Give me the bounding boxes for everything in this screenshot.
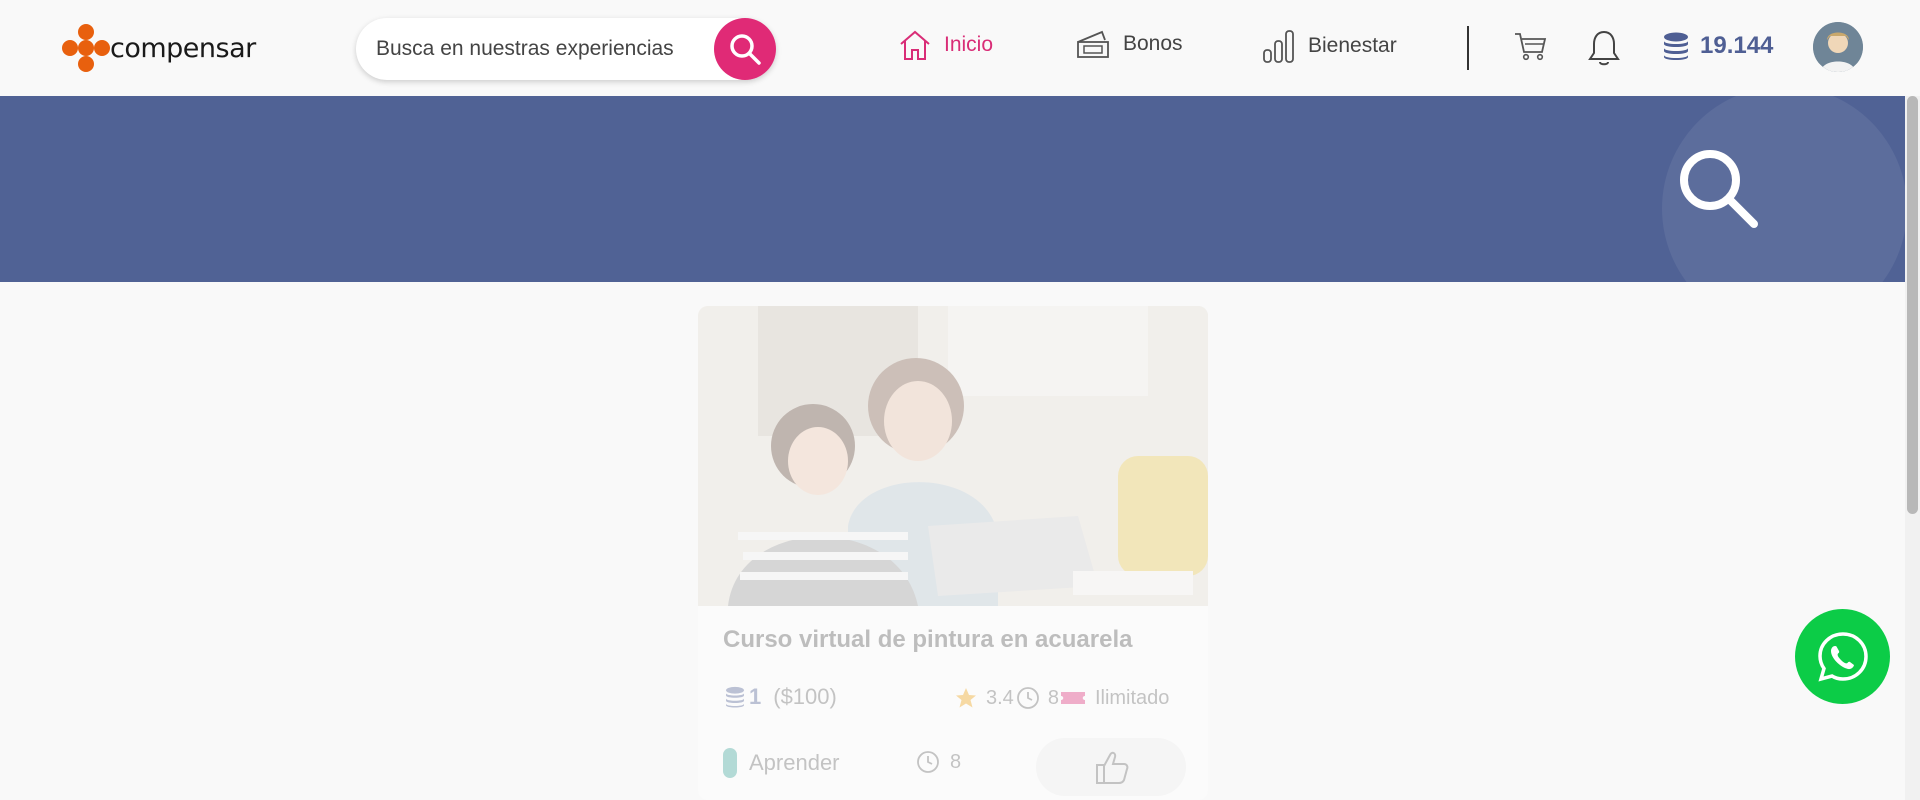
card-meta-row: 3.4 8 Ilimitado: [954, 686, 1169, 710]
bar-chart-icon: [1263, 30, 1294, 63]
points-balance[interactable]: 19.144: [1660, 30, 1773, 62]
card-title: Curso virtual de pintura en acuarela: [723, 626, 1133, 653]
star-icon: [956, 688, 976, 708]
search-icon: [730, 34, 761, 65]
search-input[interactable]: [376, 18, 696, 80]
cart-icon: [1515, 33, 1547, 61]
bell-icon: [1588, 30, 1620, 66]
clock-icon: [1016, 687, 1039, 709]
top-header: compensar Inicio Bonos Bien: [0, 0, 1920, 96]
card-duration-row: 8: [916, 750, 961, 774]
user-avatar[interactable]: [1813, 22, 1863, 72]
card-category-row: Aprender: [723, 748, 840, 778]
nav-inicio-label: Inicio: [944, 33, 994, 56]
card-price-row: 1 ($100): [723, 684, 837, 710]
cart-button[interactable]: [1513, 28, 1549, 69]
compensar-logo-icon: [60, 22, 112, 74]
card-category: Aprender: [749, 750, 840, 775]
card-availability: Ilimitado: [1094, 686, 1170, 709]
card-duration-secondary: 8: [950, 750, 962, 773]
header-divider: [1467, 26, 1469, 70]
coins-icon: [726, 686, 744, 708]
whatsapp-button[interactable]: [1795, 609, 1890, 704]
nav-bonos[interactable]: Bonos: [1075, 28, 1183, 60]
points-value: 19.144: [1700, 32, 1774, 59]
voucher-icon: [1077, 30, 1109, 58]
search-icon[interactable]: [1676, 146, 1760, 230]
card-price: ($100): [773, 684, 837, 709]
search-bar: [356, 18, 776, 80]
nav-bienestar-label: Bienestar: [1308, 34, 1397, 57]
thumbs-up-icon: [1096, 751, 1129, 784]
experience-card[interactable]: Curso virtual de pintura en acuarela 1 (…: [698, 306, 1208, 800]
coins-icon: [1664, 32, 1688, 60]
nav-bonos-label: Bonos: [1123, 32, 1183, 55]
avatar-icon: [1813, 22, 1863, 72]
notifications-button[interactable]: [1586, 28, 1622, 73]
search-button[interactable]: [714, 18, 776, 80]
like-button[interactable]: [1036, 738, 1186, 796]
category-color-tag: [723, 748, 737, 778]
course-photo: [698, 306, 1208, 606]
card-image: [698, 306, 1208, 606]
card-coins: 1: [749, 684, 762, 709]
compensar-logo[interactable]: compensar: [60, 22, 256, 74]
home-icon: [900, 30, 930, 60]
card-rating: 3.4: [986, 686, 1014, 709]
clock-icon: [917, 751, 939, 773]
ticket-icon: [1060, 692, 1085, 704]
hero-banner: [0, 96, 1905, 282]
nav-inicio[interactable]: Inicio: [898, 28, 993, 62]
logo-text: compensar: [110, 32, 256, 64]
card-duration: 8: [1047, 686, 1059, 709]
nav-bienestar[interactable]: Bienestar: [1262, 28, 1397, 64]
whatsapp-icon: [1817, 631, 1868, 682]
scrollbar-thumb[interactable]: [1907, 96, 1918, 514]
page-scrollbar[interactable]: [1905, 96, 1920, 800]
